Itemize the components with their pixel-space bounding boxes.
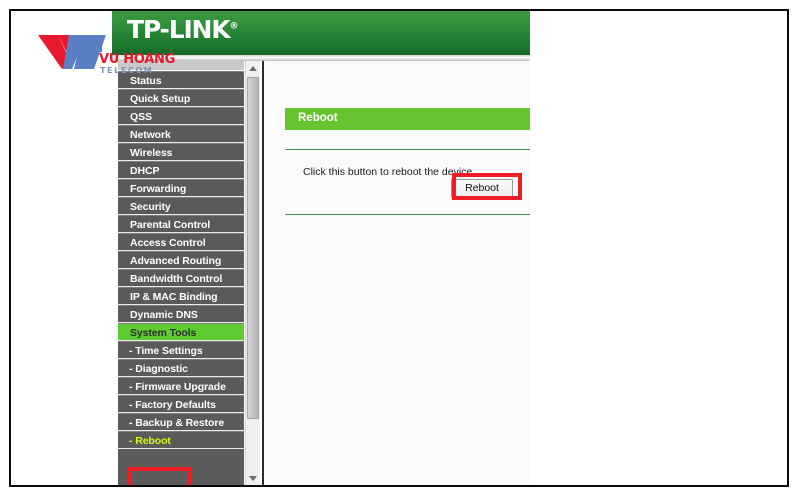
sidebar-item-label: Parental Control bbox=[130, 219, 211, 231]
instruction-text: Click this button to reboot the device. bbox=[303, 166, 476, 178]
sidebar-item-label: Network bbox=[130, 129, 171, 141]
reboot-button[interactable]: Reboot bbox=[451, 179, 513, 198]
sidebar-item-access-control[interactable]: Access Control bbox=[118, 233, 244, 251]
sidebar-item-forwarding[interactable]: Forwarding bbox=[118, 179, 244, 197]
sidebar-item-security[interactable]: Security bbox=[118, 197, 244, 215]
sidebar-item-dynamic-dns[interactable]: Dynamic DNS bbox=[118, 305, 244, 323]
sidebar-item-label: System Tools bbox=[130, 327, 197, 339]
sidebar-item-label: IP & MAC Binding bbox=[130, 291, 218, 303]
sidebar-item-reboot[interactable]: - Reboot bbox=[118, 431, 244, 449]
scroll-up-button[interactable] bbox=[246, 61, 260, 75]
sidebar-item-firmware-upgrade[interactable]: - Firmware Upgrade bbox=[118, 377, 244, 395]
page-title-bar: Reboot bbox=[285, 108, 530, 130]
content-panel: Reboot Click this button to reboot the d… bbox=[265, 61, 530, 485]
sidebar-item-factory-defaults[interactable]: - Factory Defaults bbox=[118, 395, 244, 413]
scroll-down-button[interactable] bbox=[246, 471, 260, 485]
sidebar-item-label: - Diagnostic bbox=[129, 363, 188, 375]
sidebar-item-label: - Reboot bbox=[129, 435, 171, 447]
sidebar-item-advanced-routing[interactable]: Advanced Routing bbox=[118, 251, 244, 269]
watermark-secondary-text: TELECOM bbox=[100, 66, 154, 75]
sidebar-scrollbar[interactable] bbox=[245, 61, 260, 485]
triangle-down-icon bbox=[249, 476, 257, 481]
sidebar-item-dhcp[interactable]: DHCP bbox=[118, 161, 244, 179]
registered-trademark-icon: ® bbox=[229, 21, 239, 32]
divider-top bbox=[285, 149, 530, 150]
sidebar-item-label: - Backup & Restore bbox=[129, 417, 225, 429]
sidebar-item-backup-restore[interactable]: - Backup & Restore bbox=[118, 413, 244, 431]
sidebar-item-ip-mac-binding[interactable]: IP & MAC Binding bbox=[118, 287, 244, 305]
sidebar-item-bandwidth-control[interactable]: Bandwidth Control bbox=[118, 269, 244, 287]
panel-divider bbox=[262, 61, 264, 485]
sidebar-menu: Status Quick Setup QSS Network Wireless … bbox=[118, 61, 244, 485]
sidebar-item-label: - Factory Defaults bbox=[129, 399, 216, 411]
sidebar-item-quick-setup[interactable]: Quick Setup bbox=[118, 89, 244, 107]
triangle-up-icon bbox=[249, 66, 257, 71]
sidebar-item-label: DHCP bbox=[130, 165, 160, 177]
sidebar-item-label: Advanced Routing bbox=[130, 255, 222, 267]
sidebar-item-network[interactable]: Network bbox=[118, 125, 244, 143]
sidebar-item-qss[interactable]: QSS bbox=[118, 107, 244, 125]
scrollbar-thumb[interactable] bbox=[247, 77, 259, 419]
sidebar-item-label: - Firmware Upgrade bbox=[129, 381, 226, 393]
sidebar-item-label: Bandwidth Control bbox=[130, 273, 223, 285]
sidebar-item-label: Security bbox=[130, 201, 171, 213]
sidebar-item-wireless[interactable]: Wireless bbox=[118, 143, 244, 161]
page-title: Reboot bbox=[298, 112, 338, 124]
sidebar-item-label: QSS bbox=[130, 111, 152, 123]
sidebar-item-diagnostic[interactable]: - Diagnostic bbox=[118, 359, 244, 377]
sidebar-item-time-settings[interactable]: - Time Settings bbox=[118, 341, 244, 359]
watermark-primary-text: VU HOANG bbox=[99, 52, 175, 67]
router-web-ui: TP-LINK® Status Quick Setup QSS Network … bbox=[112, 11, 530, 485]
sidebar-item-label: - Time Settings bbox=[129, 345, 203, 357]
sidebar-item-system-tools[interactable]: System Tools bbox=[118, 323, 244, 341]
vu-hoang-telecom-watermark: VU HOANG TELECOM bbox=[36, 29, 176, 77]
divider-bottom bbox=[285, 214, 530, 215]
sidebar-item-label: Quick Setup bbox=[130, 93, 191, 105]
sidebar-item-label: Forwarding bbox=[130, 183, 187, 195]
sidebar-item-parental-control[interactable]: Parental Control bbox=[118, 215, 244, 233]
sidebar-item-label: Dynamic DNS bbox=[130, 309, 198, 321]
sidebar-item-label: Wireless bbox=[130, 147, 173, 159]
page-sheet: TP-LINK® Status Quick Setup QSS Network … bbox=[9, 9, 789, 487]
sidebar-item-label: Access Control bbox=[130, 237, 206, 249]
